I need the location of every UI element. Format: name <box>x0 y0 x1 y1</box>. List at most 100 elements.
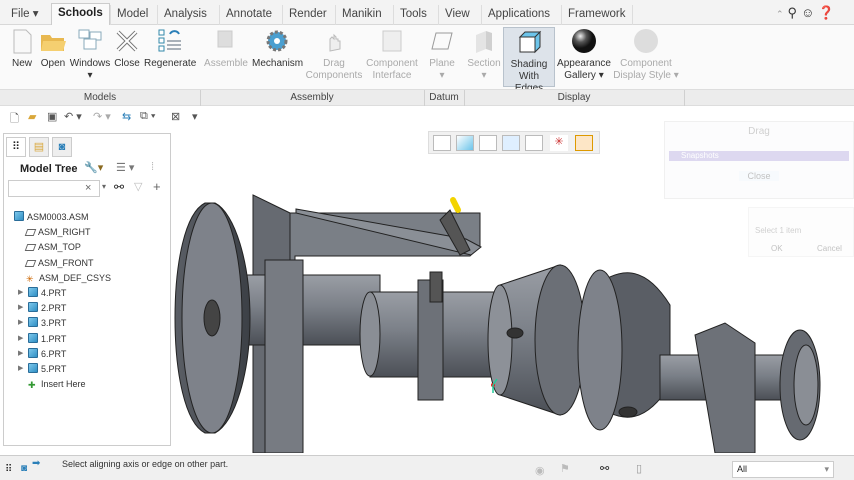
snapshots-row[interactable]: Snapshots <box>669 151 849 161</box>
filter-icon[interactable]: ▽ <box>134 180 142 193</box>
add-icon[interactable]: + <box>153 179 161 194</box>
new-file-icon <box>13 29 32 54</box>
display-style-icon[interactable] <box>502 135 520 151</box>
clear-search-icon[interactable]: × <box>85 182 91 194</box>
selection-filter-dropdown[interactable]: All ▾ <box>732 461 834 478</box>
tab-schools[interactable]: Schools <box>51 3 110 25</box>
tab-view[interactable]: View <box>438 5 476 25</box>
show-navigator-icon[interactable]: ⠿ <box>5 464 12 475</box>
expand-arrow-icon[interactable]: ▶ <box>18 316 23 330</box>
tree-item[interactable]: ASM_TOP <box>24 240 81 254</box>
drag-close-button[interactable]: Close <box>739 171 779 181</box>
plane-icon <box>431 32 453 50</box>
expand-arrow-icon[interactable]: ▶ <box>18 347 23 361</box>
model-tree-panel: ⠿ ▤ ◙ Model Tree 🔧▾ ☰ ▾ ⁞ × ▾ ⚯ ▽ + ASM0… <box>3 133 171 446</box>
qat-customize-icon[interactable]: ▾ <box>192 110 198 123</box>
expand-arrow-icon[interactable]: ▶ <box>18 301 23 315</box>
expand-arrow-icon[interactable]: ▶ <box>18 362 23 376</box>
selection-icon[interactable]: ◉ <box>535 464 545 477</box>
tab-framework[interactable]: Framework <box>561 5 633 25</box>
section-icon <box>476 31 492 53</box>
search-icon[interactable]: ⚲ <box>788 5 802 20</box>
component-interface-icon <box>382 30 402 52</box>
mechanism-button[interactable]: Mechanism <box>252 27 303 70</box>
tab-model[interactable]: Model <box>110 5 154 25</box>
assemble-button[interactable]: Assemble <box>204 27 248 70</box>
qat-new-icon[interactable]: 🗋 <box>10 110 19 129</box>
qat-windows-icon[interactable]: ⧉ ▾ <box>140 110 156 123</box>
saved-orientations-icon[interactable] <box>525 135 543 151</box>
repaint-icon[interactable] <box>479 135 497 151</box>
open-button[interactable]: Open <box>38 27 68 70</box>
select-cancel-button[interactable]: Cancel <box>817 244 842 253</box>
tree-item[interactable]: ▶ 4.PRT <box>18 286 66 300</box>
drag-components-button[interactable]: Drag Components <box>305 27 363 82</box>
tree-item[interactable]: ▶ 2.PRT <box>18 301 66 315</box>
tree-item[interactable]: ASM0003.ASM <box>14 210 89 224</box>
folder-browser-tab-icon[interactable]: ▤ <box>29 137 49 157</box>
group-models: Models <box>83 92 117 103</box>
datum-display-icon[interactable]: ✳ <box>550 135 568 151</box>
close-button[interactable]: Close <box>113 27 141 70</box>
component-interface-button[interactable]: Component Interface <box>363 27 421 82</box>
new-button[interactable]: New <box>8 27 36 70</box>
tree-settings-icon[interactable]: 🔧▾ <box>84 161 103 174</box>
tree-item[interactable]: ✳ ASM_DEF_CSYS <box>26 271 111 285</box>
tree-item[interactable]: ASM_FRONT <box>24 256 94 270</box>
selected-items-icon[interactable]: ▯ <box>636 462 642 475</box>
tree-item[interactable]: ASM_RIGHT <box>24 225 91 239</box>
show-browser-icon[interactable]: ◙ <box>21 463 27 474</box>
zoom-in-icon[interactable] <box>456 135 474 151</box>
account-icon[interactable]: ☺ <box>801 5 818 20</box>
ribbon-tab-bar: File ▾ Schools Model Analysis Annotate R… <box>0 0 854 25</box>
tab-manikin[interactable]: Manikin <box>335 5 388 25</box>
file-menu[interactable]: File ▾ <box>5 5 45 25</box>
favorites-tab-icon[interactable]: ◙ <box>52 137 72 157</box>
part-icon <box>28 302 38 313</box>
search-dropdown-icon[interactable]: ▾ <box>102 182 106 191</box>
help-icon[interactable]: ❓ <box>818 5 838 20</box>
appearance-gallery-button[interactable]: Appearance Gallery ▾ <box>557 27 611 82</box>
tree-item[interactable]: ▶ 5.PRT <box>18 362 66 376</box>
qat-close-icon[interactable]: ⊠ <box>171 110 180 123</box>
tree-item[interactable]: ▶ 3.PRT <box>18 316 67 330</box>
tree-item[interactable]: ▶ 6.PRT <box>18 347 66 361</box>
group-assembly: Assembly <box>290 92 334 103</box>
tree-show-icon[interactable]: ☰ ▾ <box>116 161 134 174</box>
select-ok-button[interactable]: OK <box>771 244 783 253</box>
expand-arrow-icon[interactable]: ▶ <box>18 286 23 300</box>
annotation-display-icon[interactable] <box>575 135 593 151</box>
tree-columns-icon[interactable]: ⁞ <box>151 161 154 173</box>
windows-button[interactable]: Windows ▾ <box>69 27 111 82</box>
shading-with-edges-button[interactable]: Shading With Edges <box>503 27 555 94</box>
collapse-ribbon-icon[interactable]: ⌃ <box>776 9 788 19</box>
qat-redo-icon[interactable]: ↷ ▾ <box>93 110 111 123</box>
refit-icon[interactable] <box>433 135 451 151</box>
regenerate-button[interactable]: Regenerate <box>144 27 196 70</box>
expand-arrow-icon[interactable]: ▶ <box>18 332 23 346</box>
tab-annotate[interactable]: Annotate <box>219 5 278 25</box>
tab-analysis[interactable]: Analysis <box>157 5 213 25</box>
file-label: File <box>11 8 30 20</box>
tab-render[interactable]: Render <box>282 5 333 25</box>
component-display-style-button[interactable]: Component Display Style ▾ <box>613 27 679 82</box>
datum-plane-icon <box>24 229 37 237</box>
qat-save-icon[interactable]: ▣ <box>47 110 57 123</box>
tree-item-label: 3.PRT <box>41 318 67 329</box>
qat-undo-icon[interactable]: ↶ ▾ <box>64 110 82 123</box>
find-icon[interactable]: ⚯ <box>600 462 609 475</box>
tab-tools[interactable]: Tools <box>393 5 433 25</box>
plane-button[interactable]: Plane ▾ <box>425 27 459 82</box>
qat-regenerate-icon[interactable]: ⇆ <box>122 110 131 123</box>
tab-applications[interactable]: Applications <box>481 5 556 25</box>
section-button[interactable]: Section ▾ <box>466 27 502 82</box>
ribbon-group-labels: Models Assembly Datum Display <box>0 89 854 106</box>
faded-sphere-icon <box>634 29 658 53</box>
flag-icon[interactable]: ⚑ <box>560 462 570 475</box>
binoculars-icon[interactable]: ⚯ <box>114 180 124 194</box>
model-tree-tab-icon[interactable]: ⠿ <box>6 137 26 157</box>
section-label: Section <box>467 58 501 69</box>
qat-open-icon[interactable]: ▰ <box>28 110 36 123</box>
tree-item[interactable]: ✚ Insert Here <box>28 377 86 391</box>
tree-item[interactable]: ▶ 1.PRT <box>18 332 66 346</box>
